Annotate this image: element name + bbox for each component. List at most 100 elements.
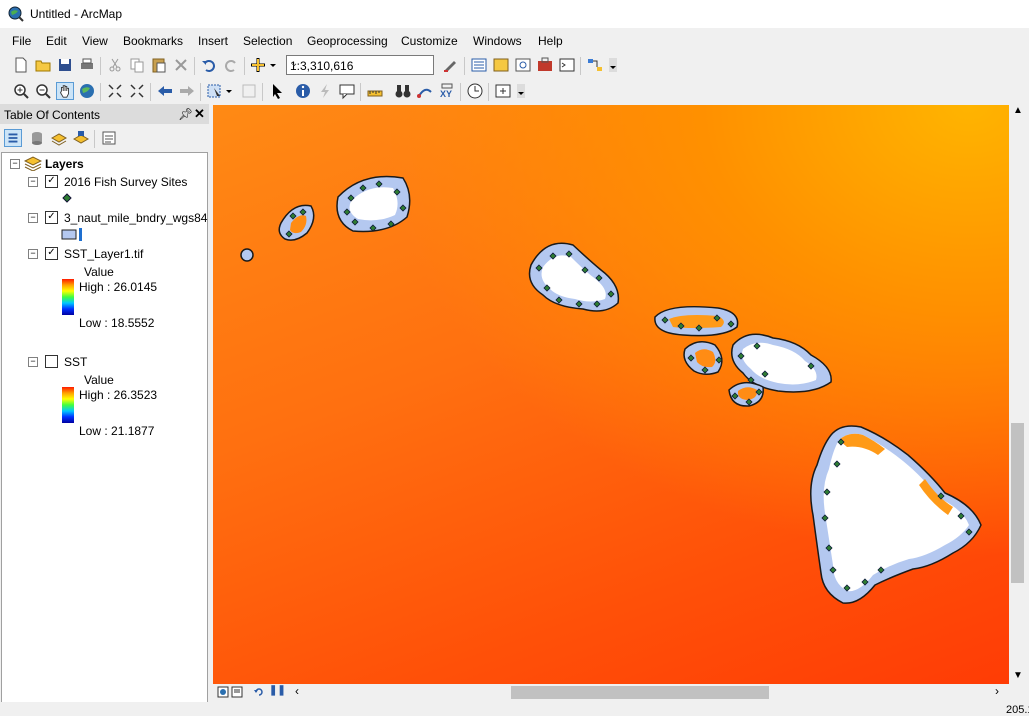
close-icon[interactable]: ✕: [194, 106, 205, 122]
paste-icon[interactable]: [150, 56, 168, 74]
search-window-icon[interactable]: [514, 56, 532, 74]
layer-visibility-checkbox[interactable]: ✓: [45, 175, 58, 188]
map-display[interactable]: [213, 105, 1009, 684]
standard-toolbar: 1:3,310,616 ⌄: [0, 53, 1029, 79]
layers-stack-icon: [24, 156, 42, 171]
add-data-icon[interactable]: [250, 56, 278, 74]
cut-icon[interactable]: [106, 56, 124, 74]
layer-name-boundary[interactable]: 3_naut_mile_bndry_wgs84: [64, 211, 207, 225]
zoom-in-icon[interactable]: [12, 82, 30, 100]
pan-hand-icon[interactable]: [56, 82, 74, 100]
menu-windows[interactable]: Windows: [473, 34, 522, 48]
layers-root-label[interactable]: Layers: [45, 157, 84, 171]
island-kauai: [336, 175, 411, 233]
editor-toolbar-icon[interactable]: [442, 56, 460, 74]
layer-visibility-checkbox[interactable]: [45, 355, 58, 368]
scroll-right-arrow-icon[interactable]: ›: [995, 684, 999, 698]
scroll-left-arrow-icon[interactable]: ‹: [295, 684, 299, 698]
legend-value-label: Value: [84, 265, 114, 279]
legend-low-value: Low : 21.1877: [79, 424, 155, 438]
data-view-icon[interactable]: [217, 686, 229, 698]
collapse-toggle[interactable]: −: [28, 357, 38, 367]
horizontal-scroll-thumb[interactable]: [511, 686, 769, 699]
go-forward-arrow-icon[interactable]: [178, 82, 196, 100]
list-by-visibility-icon[interactable]: [50, 129, 68, 147]
color-ramp-swatch: [62, 387, 74, 423]
hyperlink-lightning-icon[interactable]: [316, 82, 334, 100]
undo-icon[interactable]: [200, 56, 218, 74]
status-coordinates: 205.1: [1006, 704, 1029, 716]
arctoolbox-icon[interactable]: [536, 56, 554, 74]
pause-drawing-icon[interactable]: ❚❚: [269, 685, 286, 696]
toolbar-overflow-icon[interactable]: [608, 56, 618, 74]
toc-options-icon[interactable]: [100, 129, 118, 147]
menu-edit[interactable]: Edit: [46, 34, 67, 48]
menu-file[interactable]: File: [12, 34, 31, 48]
arcmap-globe-icon: [8, 6, 24, 22]
menu-view[interactable]: View: [82, 34, 108, 48]
title-bar: Untitled - ArcMap: [0, 0, 1029, 28]
menu-customize[interactable]: Customize: [401, 34, 458, 48]
time-slider-icon[interactable]: [466, 82, 484, 100]
measure-ruler-icon[interactable]: [366, 82, 384, 100]
zoom-out-icon[interactable]: [34, 82, 52, 100]
layout-view-icon[interactable]: [231, 686, 243, 698]
collapse-toggle[interactable]: −: [28, 213, 38, 223]
full-extent-globe-icon[interactable]: [78, 82, 96, 100]
scroll-up-arrow-icon[interactable]: ▲: [1013, 105, 1023, 116]
table-of-contents-icon[interactable]: [470, 56, 488, 74]
window-title: Untitled - ArcMap: [30, 7, 123, 21]
polygon-symbol-icon: [61, 228, 82, 241]
menu-insert[interactable]: Insert: [198, 34, 228, 48]
collapse-toggle[interactable]: −: [28, 249, 38, 259]
redo-icon[interactable]: [222, 56, 240, 74]
layer-name-fish-survey[interactable]: 2016 Fish Survey Sites: [64, 175, 187, 189]
go-to-xy-icon[interactable]: XY: [438, 82, 456, 100]
toc-header: Table Of Contents 📌︎ ✕: [0, 104, 209, 124]
find-route-icon[interactable]: [416, 82, 434, 100]
menu-geoprocessing[interactable]: Geoprocessing: [307, 34, 388, 48]
legend-value-label: Value: [84, 373, 114, 387]
delete-icon[interactable]: [172, 56, 190, 74]
menu-selection[interactable]: Selection: [243, 34, 292, 48]
list-by-selection-icon[interactable]: [72, 129, 90, 147]
vertical-scroll-thumb[interactable]: [1011, 423, 1024, 583]
fixed-zoom-in-icon[interactable]: [106, 82, 124, 100]
refresh-icon[interactable]: [253, 686, 265, 698]
select-elements-arrow-icon[interactable]: [268, 82, 286, 100]
catalog-window-icon[interactable]: [492, 56, 510, 74]
save-icon[interactable]: [56, 56, 74, 74]
collapse-toggle[interactable]: −: [10, 159, 20, 169]
vertical-scrollbar[interactable]: ▲ ▼: [1009, 105, 1026, 684]
list-by-drawing-order-icon[interactable]: [4, 129, 22, 147]
select-features-icon[interactable]: [206, 82, 234, 100]
layer-visibility-checkbox[interactable]: ✓: [45, 247, 58, 260]
html-popup-icon[interactable]: [338, 82, 356, 100]
python-window-icon[interactable]: [558, 56, 576, 74]
pin-icon[interactable]: 📌︎: [178, 107, 193, 121]
layer-name-sst-layer1[interactable]: SST_Layer1.tif: [64, 247, 143, 261]
scroll-down-arrow-icon[interactable]: ▼: [1013, 670, 1023, 681]
layer-visibility-checkbox[interactable]: ✓: [45, 211, 58, 224]
modelbuilder-icon[interactable]: [586, 56, 604, 74]
go-back-arrow-icon[interactable]: [156, 82, 174, 100]
identify-icon[interactable]: [294, 82, 312, 100]
list-by-source-icon[interactable]: [28, 129, 46, 147]
copy-icon[interactable]: [128, 56, 146, 74]
create-viewer-window-icon[interactable]: [494, 82, 512, 100]
open-folder-icon[interactable]: [34, 56, 52, 74]
new-document-icon[interactable]: [12, 56, 30, 74]
clear-selection-icon[interactable]: [240, 82, 258, 100]
map-scale-dropdown[interactable]: 1:3,310,616 ⌄: [286, 55, 434, 75]
collapse-toggle[interactable]: −: [28, 177, 38, 187]
menu-bar: File Edit View Bookmarks Insert Selectio…: [0, 30, 1029, 52]
fixed-zoom-out-icon[interactable]: [128, 82, 146, 100]
map-bottom-bar: ❚❚ ‹ ›: [213, 684, 1009, 701]
toc-tree: − Layers − ✓ 2016 Fish Survey Sites − ✓ …: [1, 152, 208, 704]
print-icon[interactable]: [78, 56, 96, 74]
find-binoculars-icon[interactable]: [394, 82, 412, 100]
layer-name-sst[interactable]: SST: [64, 355, 87, 369]
menu-bookmarks[interactable]: Bookmarks: [123, 34, 183, 48]
toolbar-overflow-icon[interactable]: [516, 82, 526, 100]
menu-help[interactable]: Help: [538, 34, 563, 48]
